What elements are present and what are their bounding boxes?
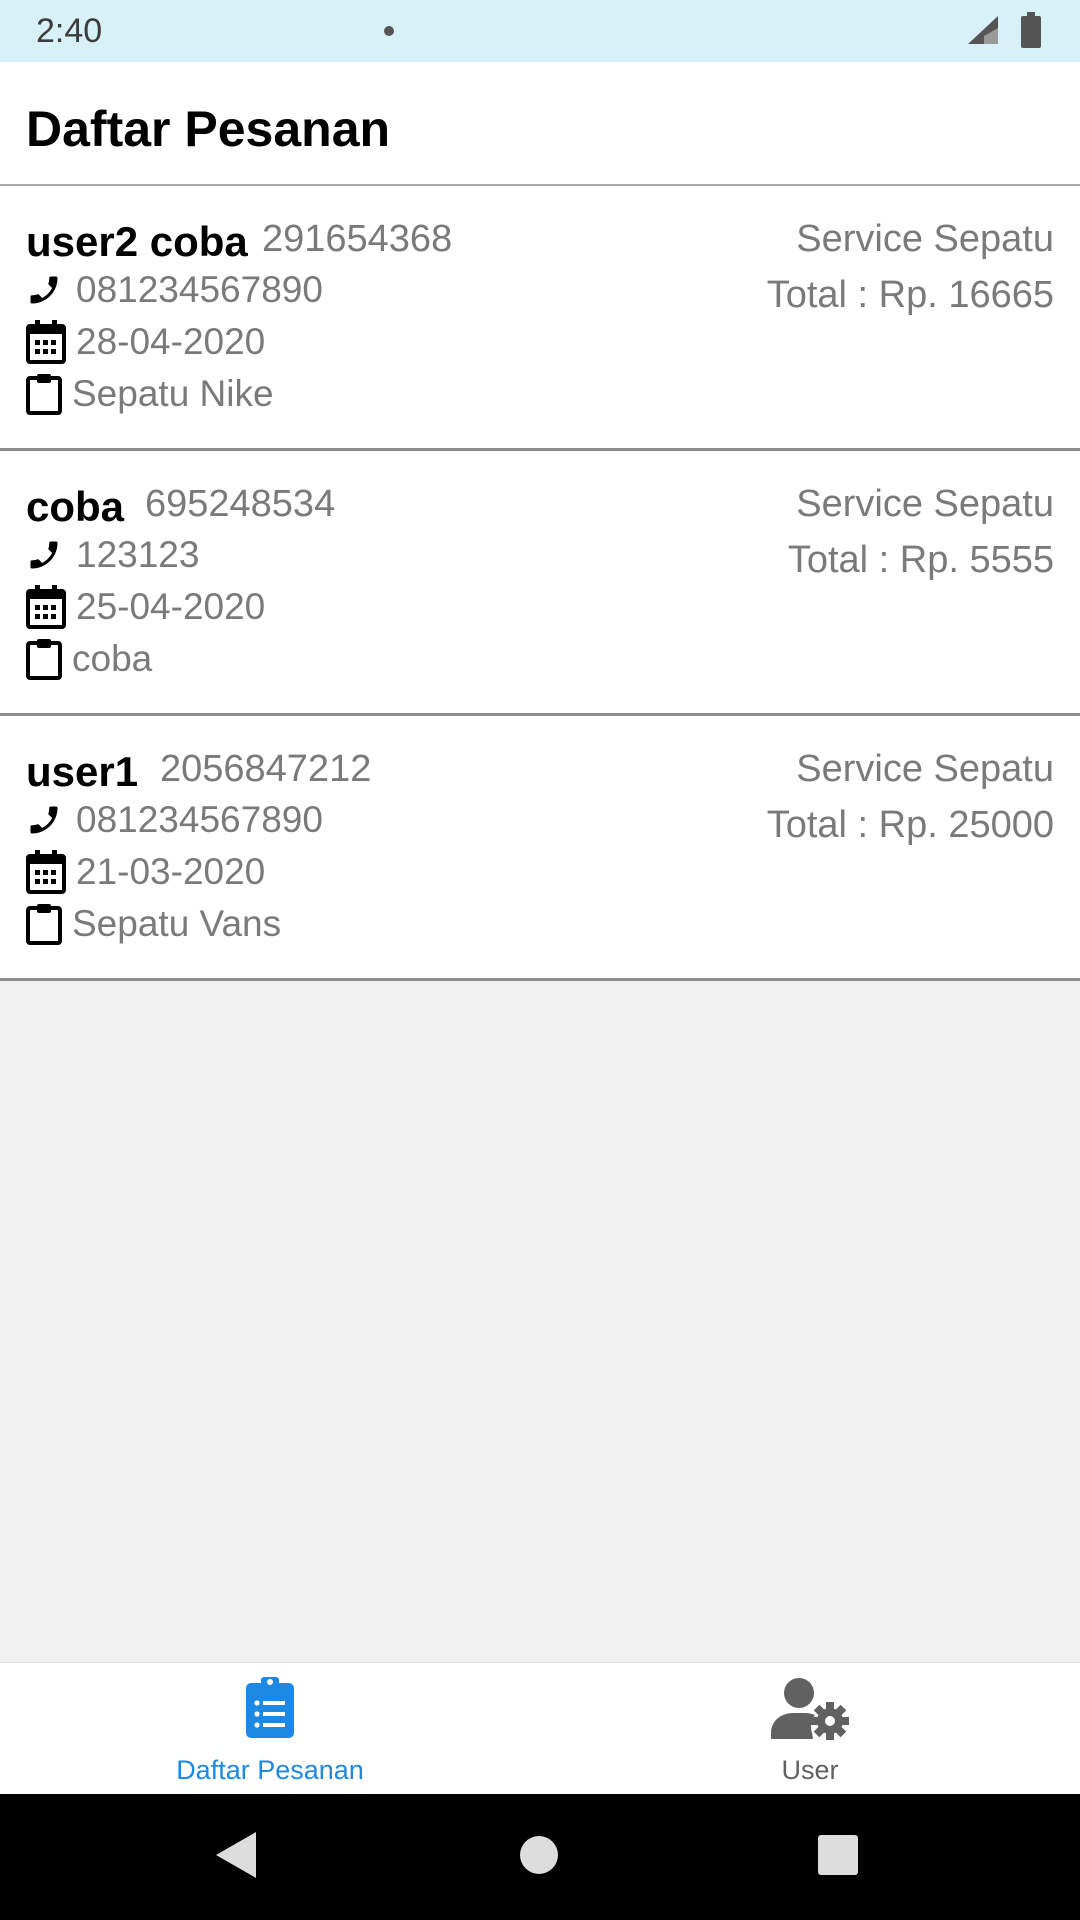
- app-bar: Daftar Pesanan: [0, 62, 1080, 186]
- phone-icon: [26, 532, 68, 578]
- phone-number: 123123: [76, 534, 200, 575]
- calendar-icon: [26, 319, 68, 365]
- item-name: coba: [72, 638, 153, 679]
- order-total: Total : Rp. 16665: [766, 274, 1054, 316]
- notification-dot-icon: [384, 26, 394, 36]
- battery-icon: [1020, 12, 1042, 53]
- customer-name: user1: [26, 748, 139, 795]
- order-card[interactable]: user2 coba 291654368 081234567890 28-04-…: [0, 186, 1080, 451]
- nav-daftar-pesanan[interactable]: Daftar Pesanan: [0, 1663, 540, 1795]
- order-total: Total : Rp. 25000: [766, 804, 1054, 846]
- item-row: coba: [26, 635, 152, 683]
- clipboard-list-icon: [245, 1677, 295, 1744]
- user-cog-icon: [769, 1677, 851, 1748]
- service-type: Service Sepatu: [796, 483, 1054, 525]
- order-date: 25-04-2020: [76, 586, 266, 627]
- clipboard-icon: [26, 371, 68, 417]
- status-time: 2:40: [36, 12, 103, 50]
- service-type: Service Sepatu: [796, 748, 1054, 790]
- customer-name: user2 coba: [26, 218, 248, 265]
- phone-row: 081234567890: [26, 266, 323, 314]
- item-name: Sepatu Vans: [72, 903, 282, 944]
- order-id: 291654368: [262, 218, 453, 260]
- calendar-icon: [26, 584, 68, 630]
- date-row: 28-04-2020: [26, 318, 265, 366]
- nav-user[interactable]: User: [540, 1663, 1080, 1795]
- phone-icon: [26, 797, 68, 843]
- nav-label: User: [781, 1755, 839, 1785]
- signal-icon: [966, 14, 1000, 51]
- screen: 2:40 Daftar Pesanan user2 coba 291654368…: [0, 0, 1080, 1920]
- nav-label: Daftar Pesanan: [176, 1755, 364, 1785]
- item-row: Sepatu Vans: [26, 900, 281, 948]
- phone-row: 081234567890: [26, 796, 323, 844]
- back-icon[interactable]: [214, 1830, 258, 1885]
- phone-number: 081234567890: [76, 269, 323, 310]
- system-navigation-bar: [0, 1794, 1080, 1920]
- bottom-navigation: Daftar Pesanan User: [0, 1662, 1080, 1794]
- date-row: 25-04-2020: [26, 583, 265, 631]
- phone-icon: [26, 267, 68, 313]
- calendar-icon: [26, 849, 68, 895]
- item-row: Sepatu Nike: [26, 370, 274, 418]
- clipboard-icon: [26, 636, 68, 682]
- order-list: user2 coba 291654368 081234567890 28-04-…: [0, 186, 1080, 981]
- order-card[interactable]: coba 695248534 123123 25-04-2020 coba Se…: [0, 451, 1080, 716]
- page-title: Daftar Pesanan: [26, 101, 391, 157]
- order-total: Total : Rp. 5555: [787, 539, 1054, 581]
- recents-icon[interactable]: [816, 1830, 860, 1885]
- status-bar: 2:40: [0, 0, 1080, 62]
- phone-row: 123123: [26, 531, 199, 579]
- order-id: 2056847212: [160, 748, 372, 790]
- date-row: 21-03-2020: [26, 848, 265, 896]
- order-id: 695248534: [145, 483, 336, 525]
- customer-name: coba: [26, 483, 125, 530]
- item-name: Sepatu Nike: [72, 373, 274, 414]
- clipboard-icon: [26, 901, 68, 947]
- service-type: Service Sepatu: [796, 218, 1054, 260]
- order-card[interactable]: user1 2056847212 081234567890 21-03-2020…: [0, 716, 1080, 981]
- order-date: 28-04-2020: [76, 321, 266, 362]
- phone-number: 081234567890: [76, 799, 323, 840]
- order-date: 21-03-2020: [76, 851, 266, 892]
- home-icon[interactable]: [518, 1830, 560, 1885]
